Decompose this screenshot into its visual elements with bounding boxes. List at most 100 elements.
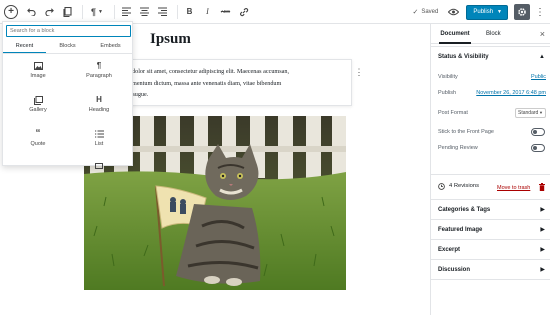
search-input[interactable] (6, 25, 131, 37)
panel-title: Featured Image (438, 227, 483, 233)
toolbar-right: ✓ Saved Publish ▼ ⋮ (412, 0, 550, 24)
toolbar-divider (114, 4, 115, 19)
publish-label: Publish (473, 9, 494, 15)
publish-date-link[interactable]: November 26, 2017 6:48 pm (476, 86, 546, 100)
sticky-row: Stick to the Front Page (438, 125, 546, 139)
inserter-item-heading[interactable]: H Heading (69, 94, 129, 124)
revisions-link[interactable]: 4 Revisions (438, 180, 479, 192)
inserter-item-list[interactable]: List (69, 128, 129, 158)
post-format-row: Post Format Standard ▼ (438, 106, 546, 120)
chevron-down-icon: ▶ (540, 207, 545, 213)
redo-icon[interactable] (42, 3, 57, 21)
inserter-item-gallery[interactable]: Gallery (8, 94, 68, 124)
content-structure-icon[interactable] (60, 3, 75, 21)
pending-label: Pending Review (438, 145, 478, 151)
list-icon (94, 128, 104, 140)
chevron-down-icon: ▼ (539, 110, 543, 115)
pending-toggle[interactable] (531, 144, 545, 152)
publish-row: Publish November 26, 2017 6:48 pm (438, 86, 546, 100)
toolbar-divider (177, 4, 178, 19)
inserter-item-paragraph[interactable]: ¶ Paragraph (69, 60, 129, 90)
sticky-label: Stick to the Front Page (438, 129, 494, 135)
align-left-icon[interactable] (119, 3, 134, 21)
chevron-down-icon: ▼ (98, 8, 103, 15)
history-icon (438, 182, 445, 190)
post-format-select[interactable]: Standard ▼ (515, 108, 546, 118)
paragraph-line: mentum dictum, massa ante venenatis diam… (132, 79, 282, 87)
inserter-item-label: Quote (30, 141, 46, 147)
tab-recent[interactable]: Recent (3, 40, 46, 53)
bold-icon[interactable]: B (182, 3, 197, 21)
chevron-up-icon: ▲ (539, 54, 545, 60)
panel-status-visibility[interactable]: Status & Visibility ▲ (431, 46, 550, 66)
paragraph-icon: ¶ (96, 61, 102, 70)
publish-label: Publish (438, 90, 457, 96)
move-to-trash-link[interactable]: Move to trash (497, 185, 530, 191)
toolbar-left: + ¶ ▼ B I ABC (0, 0, 254, 24)
gallery-icon (33, 94, 43, 106)
align-center-icon[interactable] (137, 3, 152, 21)
publish-button[interactable]: Publish ▼ (466, 4, 508, 20)
visibility-label: Visibility (438, 74, 458, 80)
panel-divider (431, 174, 550, 175)
toolbar-divider (82, 4, 83, 19)
link-icon[interactable] (236, 3, 251, 21)
align-right-icon[interactable] (155, 3, 170, 21)
inserter-item-quote[interactable]: “ Quote (8, 128, 68, 158)
sticky-toggle[interactable] (531, 128, 545, 136)
undo-icon[interactable] (24, 3, 39, 21)
quote-icon: “ (35, 128, 41, 139)
panel-featured-image[interactable]: Featured Image ▶ (431, 219, 550, 239)
paragraph-icon[interactable]: ¶ ▼ (87, 3, 107, 21)
post-title[interactable]: Ipsum (150, 31, 191, 48)
block-inserter: Recent Blocks Embeds Image ¶ Paragraph G… (2, 21, 133, 169)
panel-discussion[interactable]: Discussion ▶ (431, 259, 550, 279)
sidebar-tabs: Document Block × (431, 24, 550, 44)
panel-title: Categories & Tags (438, 207, 491, 213)
editor-window: + ¶ ▼ B I ABC ✓ Saved Publish ▼ ⋮ Ipsum … (0, 0, 550, 315)
paragraph-glyph: ¶ (91, 6, 97, 17)
close-icon[interactable]: × (540, 28, 545, 40)
chevron-down-icon: ▶ (540, 227, 545, 233)
tab-embeds[interactable]: Embeds (89, 40, 132, 53)
gear-icon[interactable] (514, 4, 530, 20)
post-format-label: Post Format (438, 110, 468, 116)
inserter-item-label: Gallery (29, 107, 47, 113)
chevron-down-icon: ▶ (540, 267, 545, 273)
inserter-item-image[interactable]: Image (8, 60, 68, 90)
eye-icon[interactable] (446, 5, 460, 19)
settings-sidebar: Document Block × Status & Visibility ▲ V… (430, 24, 550, 315)
saved-indicator: ✓ Saved (412, 8, 438, 16)
italic-icon[interactable]: I (200, 3, 215, 21)
panel-excerpt[interactable]: Excerpt ▶ (431, 239, 550, 259)
saved-label: Saved (421, 9, 439, 15)
block-icon (95, 160, 103, 172)
paragraph-line: augue. (132, 91, 149, 98)
block-more-icon[interactable]: ⋮ (354, 66, 364, 78)
tab-document[interactable]: Document (439, 24, 471, 44)
inserter-item-label: Image (30, 73, 46, 79)
inserter-item-label: Paragraph (86, 73, 112, 79)
more-menu-icon[interactable]: ⋮ (534, 4, 546, 20)
tab-blocks[interactable]: Blocks (46, 40, 89, 53)
trash-icon[interactable] (539, 183, 545, 191)
inserter-item-partial[interactable] (69, 160, 129, 190)
add-block-icon[interactable]: + (4, 4, 18, 19)
visibility-link[interactable]: Public (531, 70, 546, 84)
chevron-down-icon: ▼ (497, 9, 502, 15)
chevron-down-icon: ▶ (540, 247, 545, 253)
panel-title: Excerpt (438, 247, 461, 253)
paragraph-text[interactable]: dolor sit amet, consectetur adipiscing e… (132, 66, 346, 101)
inserter-item-label: Heading (88, 107, 110, 113)
panel-title: Discussion (438, 267, 471, 273)
image-icon (33, 60, 43, 72)
tab-block[interactable]: Block (486, 24, 501, 44)
inserter-item-label: List (94, 141, 104, 147)
panel-categories-tags[interactable]: Categories & Tags ▶ (431, 199, 550, 219)
strikethrough-icon[interactable]: ABC (218, 3, 233, 21)
visibility-row: Visibility Public (438, 70, 546, 84)
pending-row: Pending Review (438, 141, 546, 155)
panel-divider (431, 279, 550, 280)
inserter-grid: Image ¶ Paragraph Gallery H Heading “ Qu… (3, 58, 132, 169)
check-icon: ✓ (412, 9, 419, 16)
